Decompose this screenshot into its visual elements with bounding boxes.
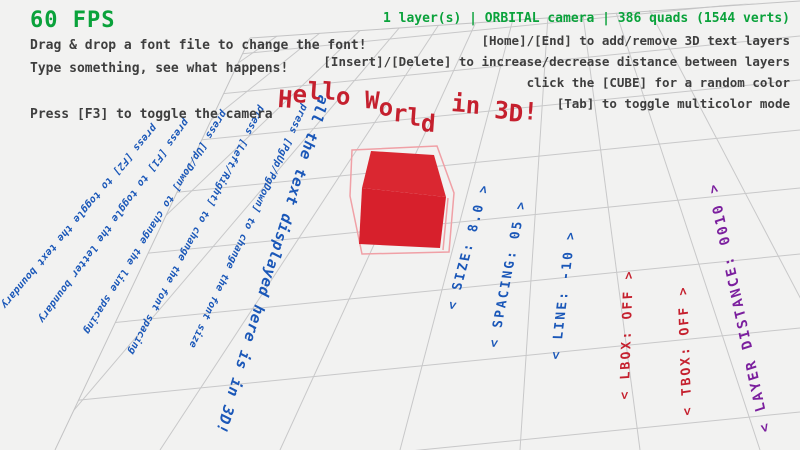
- hud-left: 60 FPS Drag & drop a font file to change…: [30, 8, 367, 125]
- status-line: 1 layer(s) | ORBITAL camera | 386 quads …: [323, 8, 790, 30]
- hint-layer-distance: [Insert]/[Delete] to increase/decrease d…: [323, 51, 790, 72]
- hint-spacer: [30, 81, 367, 102]
- hint-toggle-camera: Press [F3] to toggle the camera: [30, 104, 367, 125]
- fps-counter: 60 FPS: [30, 8, 367, 33]
- hint-add-remove-layers: [Home]/[End] to add/remove 3D text layer…: [323, 30, 790, 51]
- hud-right: 1 layer(s) | ORBITAL camera | 386 quads …: [323, 8, 790, 114]
- viewport-3d: all the text displayed here is in 3D! pr…: [0, 0, 800, 450]
- hint-cube-random-color: click the [CUBE] for a random color: [323, 72, 790, 93]
- hint-multicolor-mode: [Tab] to toggle multicolor mode: [323, 93, 790, 114]
- hint-drag-drop-font: Drag & drop a font file to change the fo…: [30, 35, 367, 56]
- hint-type-something: Type something, see what happens!: [30, 58, 367, 79]
